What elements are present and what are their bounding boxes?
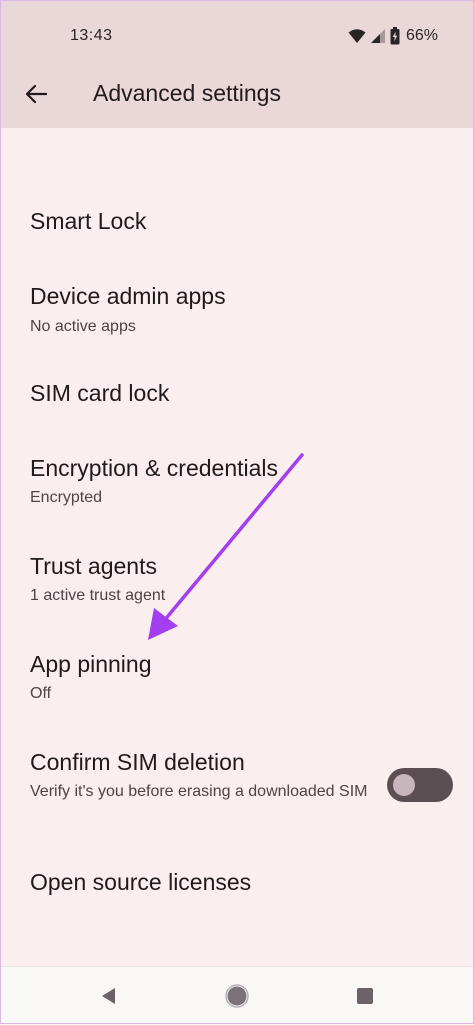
page-title: Advanced settings xyxy=(93,80,281,106)
setting-title: Encryption & credentials xyxy=(30,455,279,481)
wifi-icon xyxy=(348,29,366,43)
nav-recents-square-icon xyxy=(357,988,373,1004)
arrow-back-icon xyxy=(25,84,47,104)
setting-title: Device admin apps xyxy=(30,283,226,309)
navigation-bar xyxy=(0,966,474,1025)
nav-back-button[interactable] xyxy=(94,981,124,1011)
confirm-sim-deletion-toggle[interactable] xyxy=(387,768,453,802)
nav-recents-button[interactable] xyxy=(350,981,380,1011)
app-bar: Advanced settings xyxy=(0,60,474,128)
setting-device-admin-apps[interactable]: Device admin apps No active apps xyxy=(0,270,474,350)
setting-title: Open source licenses xyxy=(30,869,252,895)
setting-encryption-credentials[interactable]: Encryption & credentials Encrypted xyxy=(0,440,474,520)
setting-title: Confirm SIM deletion xyxy=(30,749,245,775)
back-button[interactable] xyxy=(16,74,56,114)
nav-back-triangle-icon xyxy=(102,988,115,1004)
status-time: 13:43 xyxy=(70,27,113,44)
setting-summary: Encrypted xyxy=(30,489,103,506)
setting-summary: No active apps xyxy=(30,318,136,335)
setting-summary: 1 active trust agent xyxy=(30,587,166,604)
setting-smart-lock[interactable]: Smart Lock xyxy=(0,195,474,255)
setting-trust-agents[interactable]: Trust agents 1 active trust agent xyxy=(0,538,474,618)
battery-percent: 66% xyxy=(405,27,438,44)
battery-charging-icon xyxy=(390,27,400,45)
status-bar: 13:43 66% xyxy=(0,0,474,60)
status-icons: 66% xyxy=(348,24,438,48)
setting-app-pinning[interactable]: App pinning Off xyxy=(0,636,474,716)
setting-open-source-licenses[interactable]: Open source licenses xyxy=(0,855,474,915)
setting-summary: Off xyxy=(30,685,52,702)
setting-summary: Verify it's you before erasing a downloa… xyxy=(30,783,368,800)
nav-home-circle-icon xyxy=(225,984,249,1008)
setting-sim-card-lock[interactable]: SIM card lock xyxy=(0,365,474,425)
setting-title: SIM card lock xyxy=(30,380,170,406)
cell-signal-icon xyxy=(370,29,385,43)
setting-title: Trust agents xyxy=(30,553,157,579)
setting-title: App pinning xyxy=(30,651,152,677)
nav-home-button[interactable] xyxy=(222,981,252,1011)
setting-title: Smart Lock xyxy=(30,208,147,234)
toggle-thumb xyxy=(393,774,415,796)
